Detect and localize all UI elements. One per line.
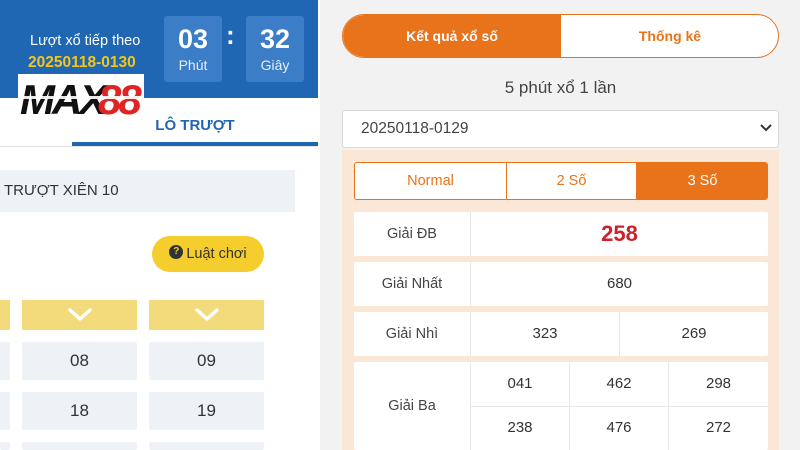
number-cell[interactable]: 18	[22, 392, 137, 430]
divider	[0, 146, 318, 147]
prize-label: Giải Nhì	[354, 312, 471, 356]
prize-label: Giải ĐB	[354, 212, 471, 256]
column-chevron[interactable]	[0, 300, 10, 330]
number-cell[interactable]	[0, 342, 10, 380]
tab-lo-truot[interactable]: LÔ TRƯỢT	[72, 106, 318, 146]
minutes-unit: Phút	[178, 57, 208, 73]
mode-2-so[interactable]: 2 Số	[507, 163, 636, 199]
left-panel: Lượt xổ tiếp theo 20250118-0130 03 Phút …	[0, 0, 320, 450]
number-cell[interactable]: 19	[149, 392, 264, 430]
prize-row-first: Giải Nhất 680	[354, 262, 768, 306]
prize-value: 041	[507, 375, 533, 392]
prize-value: 272	[705, 419, 732, 436]
chevron-down-icon	[194, 308, 219, 321]
prize-row-special: Giải ĐB 258	[354, 212, 768, 256]
seconds-value: 32	[259, 24, 291, 54]
prize-row-third: Giải Ba 041 462 298 238 476 272	[354, 362, 768, 450]
results-panel: Kết quả xổ số Thống kê 5 phút xổ 1 lần 2…	[320, 0, 800, 450]
chevron-down-icon	[67, 308, 92, 321]
column-chevron[interactable]	[149, 300, 264, 330]
prize-label: Giải Ba	[354, 362, 471, 450]
prize-value: 476	[606, 419, 632, 436]
draw-select[interactable]: 20250118-0129	[342, 110, 779, 148]
rules-button-label: Luật chơi	[186, 246, 247, 262]
bet-type-header: TRƯỢT XIÊN 10	[0, 170, 295, 212]
digit-mode-selector: Normal 2 Số 3 Số	[354, 162, 768, 200]
column-chevron[interactable]	[22, 300, 137, 330]
draw-frequency: 5 phút xổ 1 lần	[504, 78, 617, 97]
number-cell[interactable]: 09	[149, 342, 264, 380]
prize-value: 298	[705, 375, 732, 392]
question-circle-icon: ?	[169, 245, 184, 260]
prize-value-special: 258	[601, 221, 638, 246]
seconds-box: 32 Giây	[246, 16, 304, 82]
mode-normal[interactable]: Normal	[355, 163, 506, 199]
prize-value: 269	[681, 325, 707, 342]
next-draw-label: Lượt xổ tiếp theo	[30, 33, 141, 49]
minutes-value: 03	[177, 24, 209, 54]
prize-value: 680	[606, 275, 633, 292]
minutes-box: 03 Phút	[164, 16, 222, 82]
seconds-unit: Giây	[260, 57, 290, 73]
number-cell[interactable]: 08	[22, 342, 137, 380]
next-draw-code: 20250118-0130	[28, 54, 136, 71]
prize-value: 462	[606, 375, 632, 392]
number-cell[interactable]	[22, 442, 137, 450]
tab-thong-ke[interactable]: Thống kê	[561, 15, 778, 57]
tab-ket-qua[interactable]: Kết quả xổ số	[343, 15, 561, 57]
number-cell[interactable]	[149, 442, 264, 450]
prize-label: Giải Nhất	[354, 262, 471, 306]
mode-3-so[interactable]: 3 Số	[636, 163, 767, 199]
chevron-down-icon	[760, 124, 772, 132]
prize-value: 323	[532, 325, 558, 342]
time-separator: :	[226, 20, 235, 50]
number-cell[interactable]	[0, 392, 10, 430]
number-cell[interactable]	[0, 442, 10, 450]
rules-button[interactable]: ? Luật chơi	[152, 236, 264, 272]
prize-row-second: Giải Nhì 323 269	[354, 312, 768, 356]
draw-select-value: 20250118-0129	[361, 120, 469, 137]
results-tabs: Kết quả xổ số Thống kê	[342, 14, 779, 58]
prize-value: 238	[507, 419, 533, 436]
